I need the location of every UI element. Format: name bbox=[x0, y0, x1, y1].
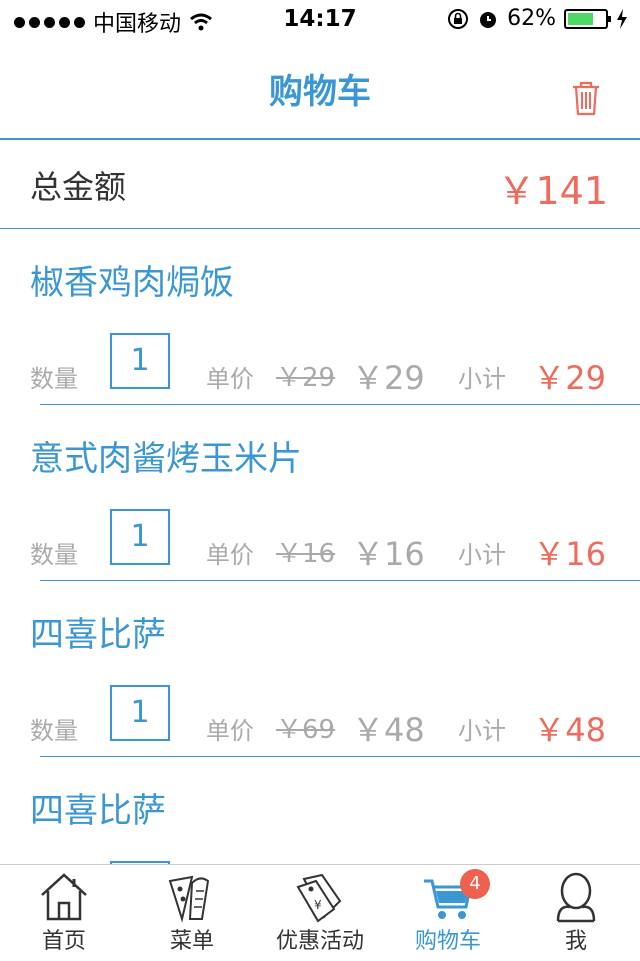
battery-percent: 62% bbox=[507, 6, 556, 31]
quantity-input[interactable]: 1 bbox=[110, 509, 170, 565]
cart-badge: 4 bbox=[460, 869, 490, 899]
home-icon bbox=[41, 873, 87, 921]
quantity-input[interactable]: 1 bbox=[110, 333, 170, 389]
unit-price: ￥16 bbox=[352, 535, 425, 573]
item-detail-row: 数量 1 单价 ￥16 ￥16 小计 ￥16 bbox=[0, 509, 640, 573]
tab-label: 菜单 bbox=[169, 929, 214, 954]
tab-label: 优惠活动 bbox=[275, 929, 364, 954]
tab-cart[interactable]: 4 购物车 bbox=[384, 865, 512, 961]
cart-item: 四喜比萨 数量 1 单价 ￥69 ￥48 小计 ￥48 bbox=[0, 581, 640, 757]
original-price: ￥29 bbox=[276, 363, 336, 393]
tab-bar: 首页 菜单 ¥ 优惠活动 4 购物车 我 bbox=[0, 864, 640, 961]
total-row: 总金额 ￥141 bbox=[0, 140, 640, 229]
item-name: 四喜比萨 bbox=[30, 615, 166, 655]
svg-text:¥: ¥ bbox=[314, 898, 322, 912]
cart-item: 意式肉酱烤玉米片 数量 1 单价 ￥16 ￥16 小计 ￥16 bbox=[0, 405, 640, 581]
subtotal-value: ￥29 bbox=[533, 359, 606, 397]
nav-bar: 购物车 bbox=[0, 40, 640, 140]
status-bar: 中国移动 14:17 62% bbox=[0, 0, 640, 40]
item-name: 四喜比萨 bbox=[30, 791, 166, 831]
alarm-icon bbox=[480, 11, 497, 28]
coupon-icon: ¥ bbox=[296, 873, 342, 923]
rotation-lock-icon bbox=[448, 8, 469, 29]
battery-icon bbox=[564, 8, 611, 29]
original-price: ￥16 bbox=[276, 539, 336, 569]
subtotal-label: 小计 bbox=[458, 717, 506, 745]
subtotal-value: ￥16 bbox=[533, 535, 606, 573]
original-price: ￥69 bbox=[276, 715, 336, 745]
unit-price-label: 单价 bbox=[206, 541, 254, 569]
quantity-label: 数量 bbox=[30, 717, 78, 745]
total-amount: ￥141 bbox=[497, 169, 608, 213]
unit-price: ￥48 bbox=[352, 711, 425, 749]
tab-label: 首页 bbox=[41, 929, 86, 954]
total-label: 总金额 bbox=[30, 168, 127, 206]
item-name: 意式肉酱烤玉米片 bbox=[30, 439, 302, 479]
subtotal-label: 小计 bbox=[458, 541, 506, 569]
status-right: 62% bbox=[447, 6, 628, 31]
page-title: 购物车 bbox=[269, 72, 371, 112]
tab-home[interactable]: 首页 bbox=[0, 865, 128, 961]
subtotal-label: 小计 bbox=[458, 365, 506, 393]
charging-icon bbox=[617, 8, 627, 29]
tab-me[interactable]: 我 bbox=[512, 865, 640, 961]
tab-menu[interactable]: 菜单 bbox=[128, 865, 256, 961]
item-detail-row: 数量 1 单价 ￥69 ￥48 小计 ￥48 bbox=[0, 685, 640, 749]
cart-item: 椒香鸡肉焗饭 数量 1 单价 ￥29 ￥29 小计 ￥29 bbox=[0, 229, 640, 405]
trash-icon[interactable] bbox=[570, 80, 602, 116]
quantity-input[interactable]: 1 bbox=[110, 685, 170, 741]
item-detail-row: 数量 1 单价 ￥29 ￥29 小计 ￥29 bbox=[0, 333, 640, 397]
unit-price: ￥29 bbox=[352, 359, 425, 397]
unit-price-label: 单价 bbox=[206, 365, 254, 393]
menu-icon bbox=[168, 875, 210, 923]
item-name: 椒香鸡肉焗饭 bbox=[30, 263, 234, 303]
quantity-label: 数量 bbox=[30, 365, 78, 393]
tab-label: 购物车 bbox=[414, 929, 481, 954]
tab-label: 我 bbox=[564, 929, 587, 954]
unit-price-label: 单价 bbox=[206, 717, 254, 745]
tab-promotions[interactable]: ¥ 优惠活动 bbox=[256, 865, 384, 961]
quantity-label: 数量 bbox=[30, 541, 78, 569]
user-icon bbox=[556, 872, 596, 923]
subtotal-value: ￥48 bbox=[533, 711, 606, 749]
